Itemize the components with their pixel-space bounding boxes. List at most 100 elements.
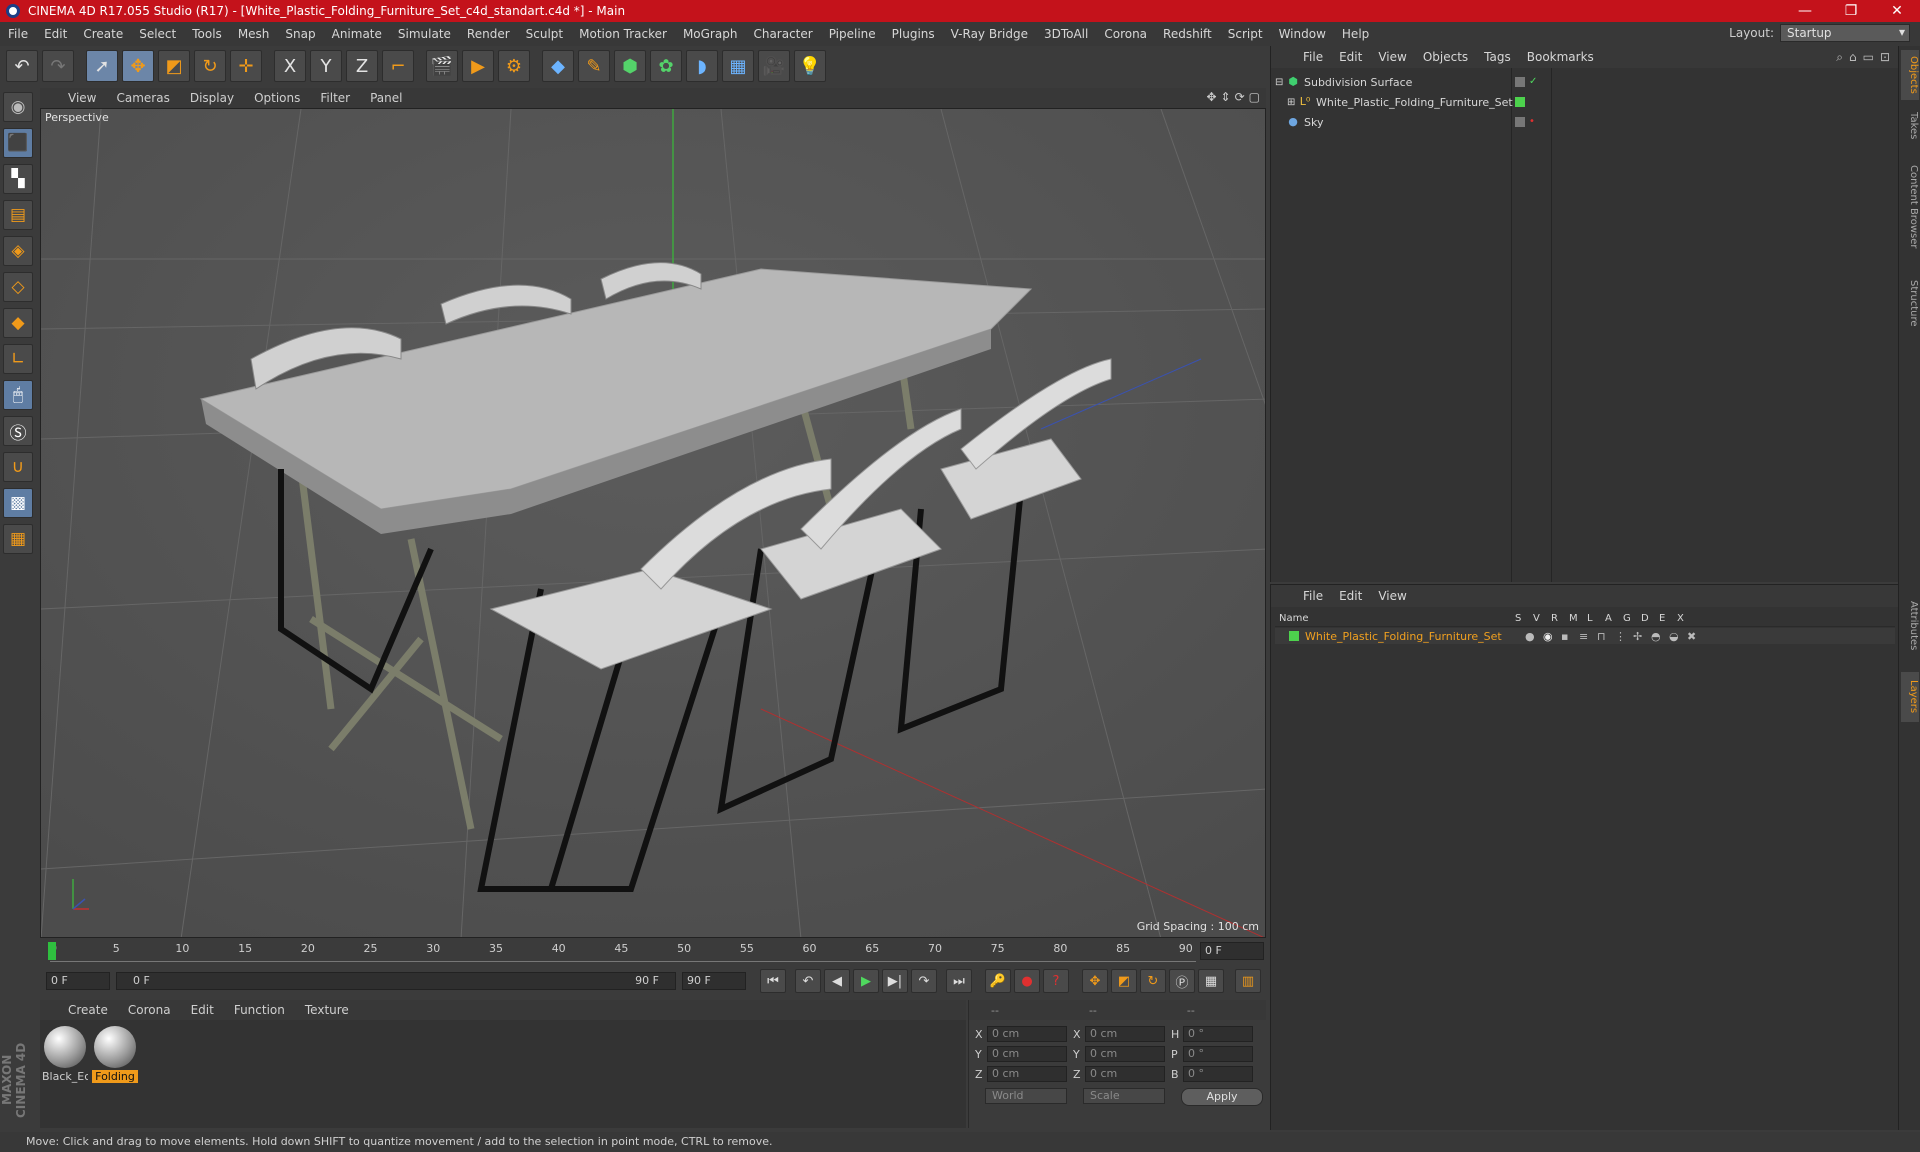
- rotate-icon[interactable]: ↻: [194, 50, 226, 82]
- zoom-view-icon[interactable]: ⇕: [1221, 90, 1231, 104]
- material-menu-create[interactable]: Create: [58, 1003, 118, 1017]
- 3d-viewport[interactable]: Perspective Grid Spacing : 100 cm: [40, 108, 1266, 938]
- render-picture-viewer-icon[interactable]: ▶: [462, 50, 494, 82]
- menu-plugins[interactable]: Plugins: [884, 27, 943, 41]
- go-to-end-icon[interactable]: ⏭: [946, 969, 972, 993]
- playhead[interactable]: [48, 942, 56, 960]
- layers-menu-file[interactable]: File: [1295, 589, 1331, 603]
- make-editable-icon[interactable]: ◉: [3, 92, 33, 122]
- current-frame-field[interactable]: 0 F: [1200, 942, 1264, 960]
- layer-tag-icon[interactable]: [1515, 77, 1525, 87]
- material-menu-corona[interactable]: Corona: [118, 1003, 181, 1017]
- position-y-field[interactable]: 0 cm: [987, 1046, 1067, 1062]
- tab-layers[interactable]: Layers: [1901, 672, 1919, 722]
- menu-mesh[interactable]: Mesh: [230, 27, 278, 41]
- previous-key-icon[interactable]: ↶: [795, 969, 821, 993]
- light-icon[interactable]: 💡: [794, 50, 826, 82]
- menu-tools[interactable]: Tools: [184, 27, 230, 41]
- camera-icon[interactable]: 🎥: [758, 50, 790, 82]
- floor-icon[interactable]: ▦: [722, 50, 754, 82]
- menu-snap[interactable]: Snap: [277, 27, 323, 41]
- rotation-b-field[interactable]: 0 °: [1183, 1066, 1253, 1082]
- live-select-icon[interactable]: ✛: [230, 50, 262, 82]
- viewport-menu-view[interactable]: View: [58, 91, 106, 105]
- grid-snap-icon[interactable]: ▦: [3, 524, 33, 554]
- objects-menu-file[interactable]: File: [1295, 50, 1331, 64]
- minimize-button[interactable]: —: [1782, 0, 1828, 22]
- search-icon[interactable]: ⌕: [1836, 50, 1843, 65]
- subdivision-icon[interactable]: ⬢: [614, 50, 646, 82]
- menu-character[interactable]: Character: [745, 27, 820, 41]
- generator-toggle-icon[interactable]: ✢: [1633, 630, 1651, 643]
- select-icon[interactable]: ➚: [86, 50, 118, 82]
- expand-icon[interactable]: ⊟: [1275, 77, 1287, 88]
- size-y-field[interactable]: 0 cm: [1085, 1046, 1165, 1062]
- frame-range-slider[interactable]: 0 F 90 F: [116, 972, 676, 990]
- coord-mode-dropdown[interactable]: Scale: [1083, 1088, 1165, 1104]
- tab-objects[interactable]: Objects: [1901, 50, 1919, 100]
- move-icon[interactable]: ✥: [122, 50, 154, 82]
- menu-render[interactable]: Render: [459, 27, 518, 41]
- magnet-icon[interactable]: ∪: [3, 452, 33, 482]
- key-scale-icon[interactable]: ◩: [1111, 969, 1137, 993]
- timeline[interactable]: 051015202530354045505560657075808590 0 F: [40, 940, 1266, 964]
- menu-file[interactable]: File: [0, 27, 36, 41]
- position-x-field[interactable]: 0 cm: [987, 1026, 1067, 1042]
- axis-mode-icon[interactable]: ∟: [3, 344, 33, 374]
- material-black[interactable]: Black_Ec: [42, 1026, 88, 1083]
- maximize-button[interactable]: ❐: [1828, 0, 1874, 22]
- object-row-sky[interactable]: ● Sky: [1271, 112, 1899, 132]
- solo-toggle-icon[interactable]: ●: [1525, 630, 1543, 643]
- key-pla-icon[interactable]: ▦: [1198, 969, 1224, 993]
- checkmark-icon[interactable]: ✓: [1529, 77, 1539, 87]
- cube-icon[interactable]: ◆: [542, 50, 574, 82]
- home-icon[interactable]: ⌂: [1849, 50, 1857, 65]
- key-param-icon[interactable]: Ⓟ: [1169, 969, 1195, 993]
- next-frame-icon[interactable]: ▶|: [882, 969, 908, 993]
- menu-select[interactable]: Select: [131, 27, 184, 41]
- material-folding[interactable]: Folding: [92, 1026, 138, 1083]
- material-menu-edit[interactable]: Edit: [181, 1003, 224, 1017]
- lock-toggle-icon[interactable]: ⊓: [1597, 630, 1615, 643]
- layer-color-icon[interactable]: [1289, 631, 1299, 641]
- expression-toggle-icon[interactable]: ◒: [1669, 630, 1687, 643]
- manager-toggle-icon[interactable]: ≡: [1579, 630, 1597, 643]
- expand-icon[interactable]: ⊞: [1287, 97, 1299, 108]
- timeline-ruler[interactable]: 051015202530354045505560657075808590: [48, 942, 1196, 962]
- xref-toggle-icon[interactable]: ✖: [1687, 630, 1705, 643]
- coord-system-dropdown[interactable]: World: [985, 1088, 1067, 1104]
- lock-panel-icon[interactable]: ⊡: [1880, 50, 1890, 65]
- timeline-window-icon[interactable]: ▥: [1235, 969, 1261, 993]
- record-icon[interactable]: ●: [1014, 969, 1040, 993]
- array-icon[interactable]: ✿: [650, 50, 682, 82]
- render-settings-icon[interactable]: ⚙: [498, 50, 530, 82]
- rotate-view-icon[interactable]: ⟳: [1235, 90, 1245, 104]
- viewport-menu-display[interactable]: Display: [180, 91, 244, 105]
- texture-mode-icon[interactable]: ▚: [3, 164, 33, 194]
- layers-menu-view[interactable]: View: [1370, 589, 1414, 603]
- layer-tag-icon[interactable]: [1515, 117, 1525, 127]
- viewport-menu-panel[interactable]: Panel: [360, 91, 412, 105]
- rotation-h-field[interactable]: 0 °: [1183, 1026, 1253, 1042]
- apply-button[interactable]: Apply: [1181, 1088, 1263, 1106]
- menu-window[interactable]: Window: [1271, 27, 1334, 41]
- redo-icon[interactable]: ↷: [42, 50, 74, 82]
- y-axis-icon[interactable]: Y: [310, 50, 342, 82]
- menu-animate[interactable]: Animate: [324, 27, 390, 41]
- tab-takes[interactable]: Takes: [1901, 106, 1919, 146]
- point-mode-icon[interactable]: ◈: [3, 236, 33, 266]
- menu-script[interactable]: Script: [1220, 27, 1271, 41]
- edge-mode-icon[interactable]: ◇: [3, 272, 33, 302]
- menu-pipeline[interactable]: Pipeline: [821, 27, 884, 41]
- object-row-furniture-set[interactable]: ⊞ L⁰ White_Plastic_Folding_Furniture_Set: [1271, 92, 1899, 112]
- visible-toggle-icon[interactable]: ◉: [1543, 630, 1561, 643]
- objects-menu-edit[interactable]: Edit: [1331, 50, 1370, 64]
- tab-structure[interactable]: Structure: [1901, 268, 1919, 338]
- start-frame-field[interactable]: 0 F: [46, 972, 110, 990]
- menu-motion-tracker[interactable]: Motion Tracker: [571, 27, 675, 41]
- material-menu-texture[interactable]: Texture: [295, 1003, 359, 1017]
- objects-menu-tags[interactable]: Tags: [1476, 50, 1519, 64]
- tab-content-browser[interactable]: Content Browser: [1901, 152, 1919, 262]
- close-button[interactable]: ✕: [1874, 0, 1920, 22]
- size-z-field[interactable]: 0 cm: [1085, 1066, 1165, 1082]
